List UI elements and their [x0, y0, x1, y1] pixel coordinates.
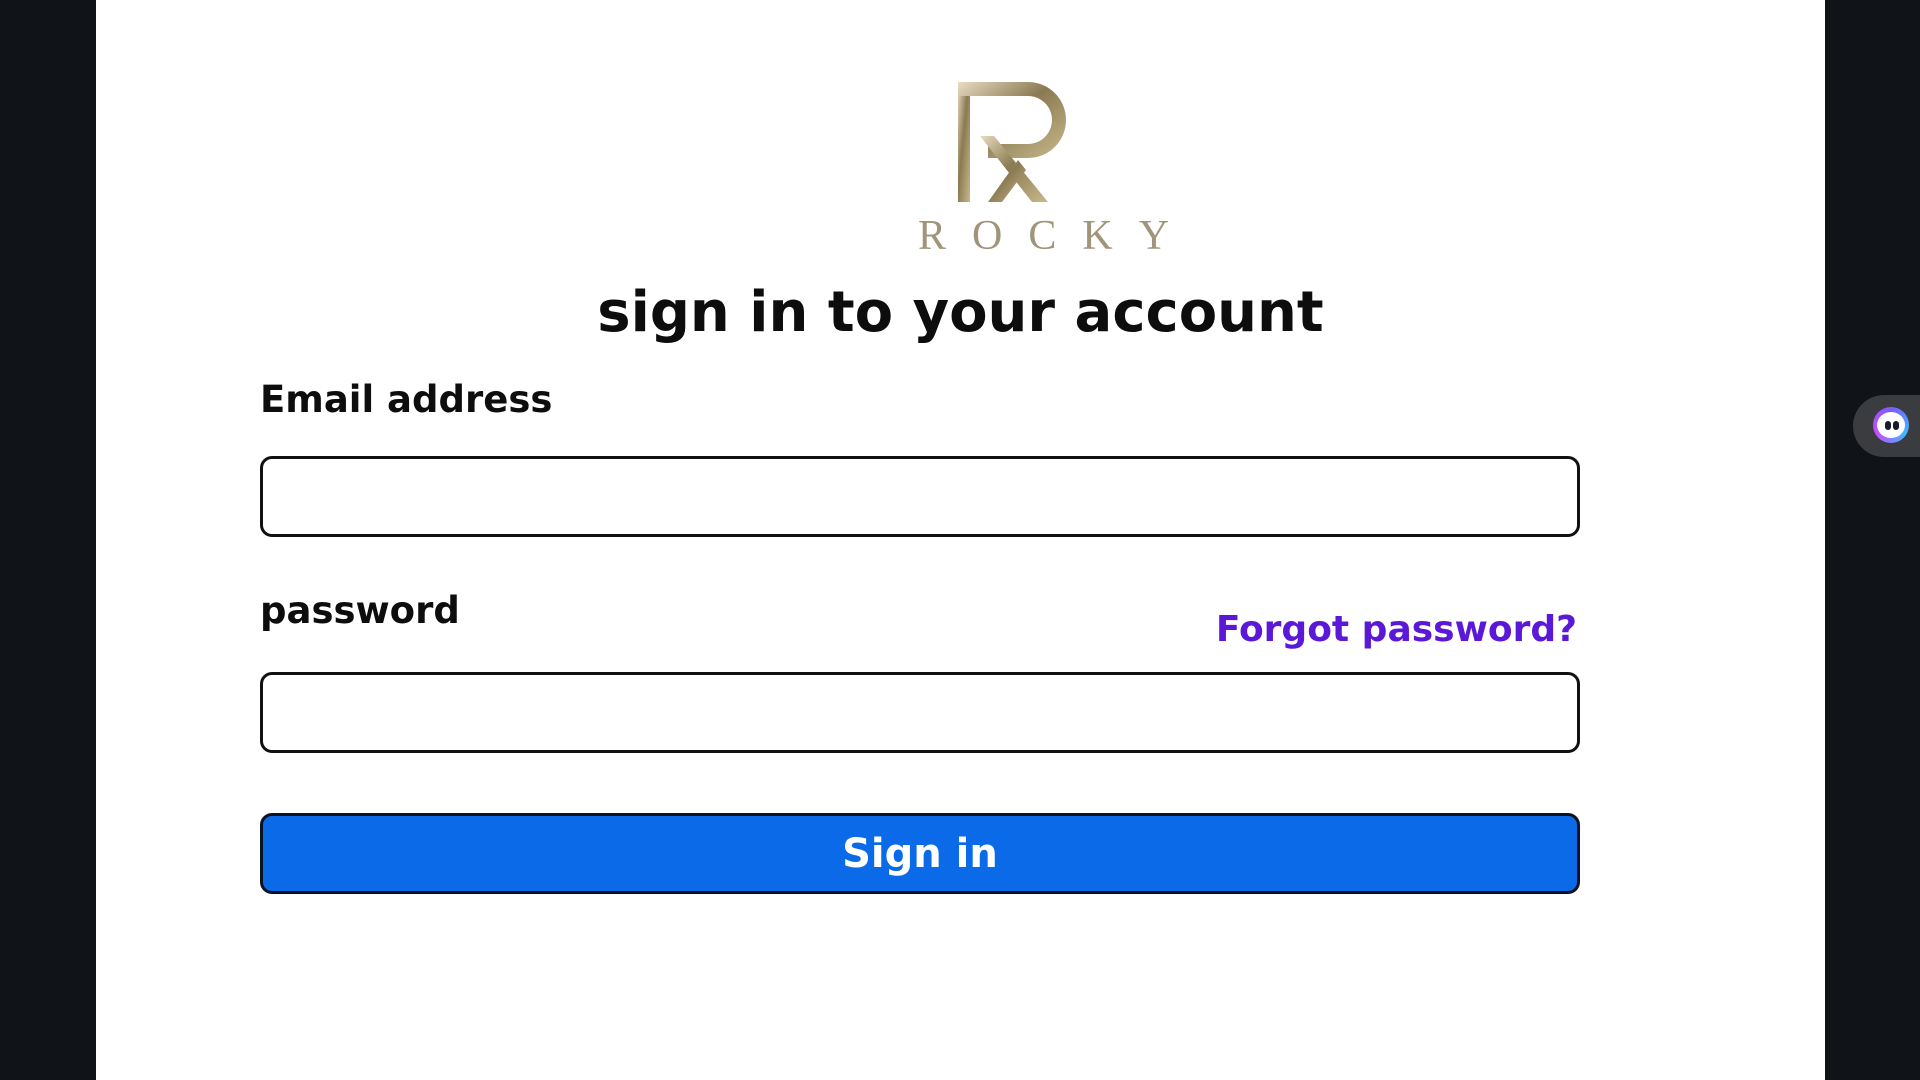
forgot-password-link[interactable]: Forgot password?	[1216, 609, 1577, 650]
email-field[interactable]	[260, 456, 1580, 537]
extension-widget-tab[interactable]	[1853, 395, 1920, 457]
password-label: password	[260, 589, 460, 632]
page-title: sign in to your account	[597, 280, 1324, 345]
logo-wordmark: ROCKY	[918, 213, 1196, 259]
sign-in-button[interactable]: Sign in	[260, 813, 1580, 894]
rocky-logo: ROCKY	[892, 72, 1196, 262]
assistant-face-icon	[1873, 407, 1909, 443]
password-field[interactable]	[260, 672, 1580, 753]
rx-monogram-icon	[958, 82, 1066, 202]
login-panel: ROCKY sign in to your account Email addr…	[96, 0, 1825, 1080]
email-label: Email address	[260, 378, 553, 421]
